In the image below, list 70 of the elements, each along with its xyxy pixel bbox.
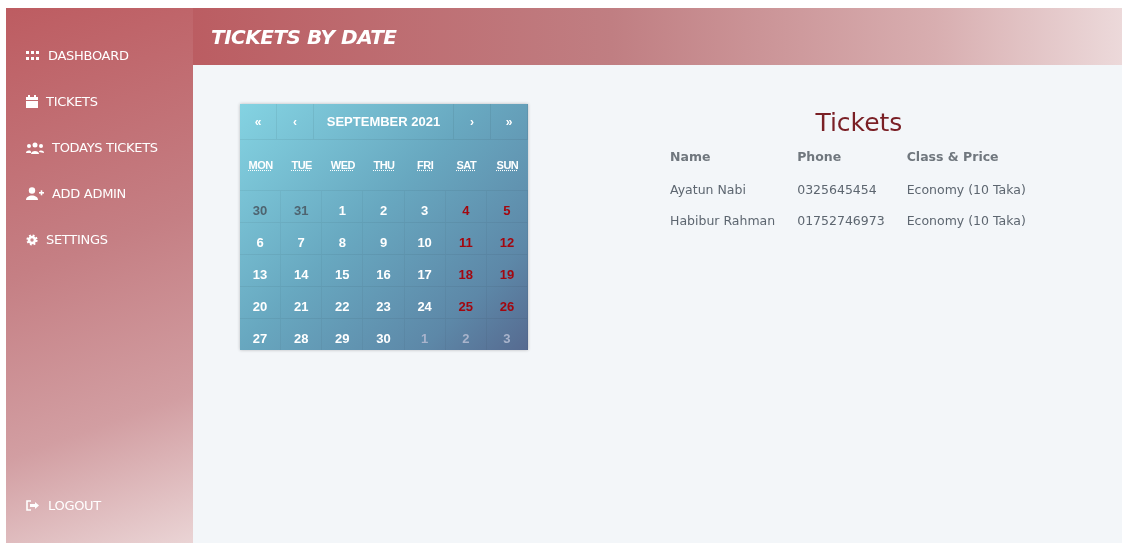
- calendar-icon: [26, 95, 38, 108]
- calendar-day[interactable]: 24: [404, 287, 446, 318]
- first-button[interactable]: «: [240, 104, 277, 140]
- calendar-day[interactable]: 31: [281, 191, 323, 222]
- calendar-day[interactable]: 15: [322, 255, 364, 286]
- column-header: Phone: [797, 149, 907, 178]
- logout-icon: [26, 500, 40, 511]
- calendar-day[interactable]: 3: [404, 191, 446, 222]
- calendar-day[interactable]: 22: [322, 287, 364, 318]
- calendar-day[interactable]: 16: [363, 255, 405, 286]
- table-cell-text: Habibur Rahman: [670, 212, 777, 230]
- calendar-day[interactable]: 13: [240, 255, 282, 286]
- calendar-day[interactable]: 26: [486, 287, 528, 318]
- user-plus-icon: [26, 187, 44, 200]
- table-cell-text: 01752746973: [797, 212, 886, 230]
- calendar-day[interactable]: 6: [240, 223, 282, 254]
- table-cell-text: 0325645454: [797, 181, 878, 199]
- weekday-label: THU: [372, 159, 396, 171]
- calendar-day[interactable]: 1: [404, 319, 446, 350]
- last-button[interactable]: »: [491, 104, 528, 140]
- weekday-label: TUE: [290, 159, 313, 171]
- calendar-day[interactable]: 11: [445, 223, 487, 254]
- calendar-day[interactable]: 4: [445, 191, 487, 222]
- calendar-day[interactable]: 25: [445, 287, 487, 318]
- sidebar-item[interactable]: TODAYS TICKETS: [26, 140, 158, 155]
- calendar-day[interactable]: 1: [322, 191, 364, 222]
- calendar-day[interactable]: 2: [363, 191, 405, 222]
- calendar-day[interactable]: 12: [486, 223, 528, 254]
- grid-icon: [26, 50, 40, 61]
- next-button[interactable]: ›: [454, 104, 491, 140]
- calendar-day[interactable]: 9: [363, 223, 405, 254]
- calendar-day[interactable]: 8: [322, 223, 364, 254]
- calendar-day[interactable]: 20: [240, 287, 282, 318]
- page-title: TICKETS BY DATE: [211, 24, 397, 49]
- table-cell-text: Economy (10 Taka): [906, 212, 1027, 230]
- users-icon: [26, 141, 44, 154]
- calendar-day[interactable]: 5: [486, 191, 528, 222]
- calendar-day[interactable]: 30: [240, 191, 282, 222]
- weekday-label: FRI: [416, 159, 435, 171]
- weekday-label: MON: [247, 159, 274, 171]
- sidebar-item[interactable]: SETTINGS: [26, 232, 108, 247]
- calendar-day[interactable]: 19: [486, 255, 528, 286]
- weekday-label: WED: [329, 159, 356, 171]
- sidebar-item[interactable]: ADD ADMIN: [26, 186, 127, 201]
- calendar-day[interactable]: 30: [363, 319, 405, 350]
- calendar-day[interactable]: 28: [281, 319, 323, 350]
- sidebar-item[interactable]: TICKETS: [26, 94, 98, 109]
- calendar-day[interactable]: 14: [281, 255, 323, 286]
- table-cell-text: Economy (10 Taka): [906, 181, 1027, 199]
- table-cell-text: Ayatun Nabi: [670, 181, 747, 199]
- calendar-day[interactable]: 23: [363, 287, 405, 318]
- calendar-day[interactable]: 18: [445, 255, 487, 286]
- month-label[interactable]: SEPTEMBER 2021: [314, 104, 454, 140]
- sidebar-item[interactable]: DASHBOARD: [26, 48, 129, 63]
- column-header: Name: [670, 149, 712, 166]
- calendar-day[interactable]: 29: [322, 319, 364, 350]
- previous-button[interactable]: ‹: [277, 104, 314, 140]
- calendar-day[interactable]: 21: [281, 287, 323, 318]
- weekday-label: SAT: [455, 159, 478, 171]
- settings-icon: [26, 233, 38, 246]
- weekday-label: SUN: [495, 159, 520, 171]
- tickets-title: Tickets: [814, 108, 904, 137]
- logout-link[interactable]: LOGOUT: [26, 498, 193, 513]
- calendar-day[interactable]: 17: [404, 255, 446, 286]
- calendar-day[interactable]: 7: [281, 223, 323, 254]
- column-header: Class & Price: [906, 149, 1000, 166]
- calendar-day[interactable]: 10: [404, 223, 446, 254]
- calendar-day[interactable]: 2: [445, 319, 487, 350]
- calendar-day[interactable]: 27: [240, 319, 282, 350]
- calendar-day[interactable]: 3: [486, 319, 528, 350]
